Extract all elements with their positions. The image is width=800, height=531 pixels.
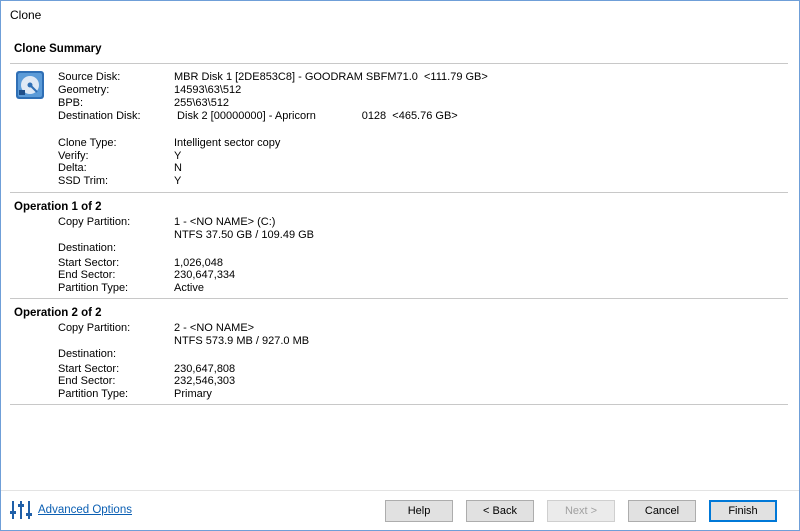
operation-1-heading: Operation 1 of 2 (14, 201, 102, 213)
ssd-trim-value: Y (174, 175, 182, 187)
op1-end-sector-value: 230,647,334 (174, 269, 236, 281)
op2-start-sector-value: 230,647,808 (174, 363, 236, 375)
back-button[interactable]: < Back (466, 500, 534, 522)
source-disk-value: MBR Disk 1 [2DE853C8] - GOODRAM SBFM71.0… (174, 71, 488, 83)
destination-disk-value: Disk 2 [00000000] - Apricorn 0128 <465.7… (174, 110, 458, 122)
op1-copy-partition-label: Copy Partition: (58, 216, 131, 228)
destination-disk-label: Destination Disk: (58, 110, 141, 122)
operation-2-heading: Operation 2 of 2 (14, 307, 102, 319)
verify-value: Y (174, 150, 182, 162)
op2-destination-label: Destination: (58, 348, 117, 360)
op2-copy-partition-size: NTFS 573.9 MB / 927.0 MB (174, 335, 310, 347)
footer-divider (1, 490, 799, 491)
bpb-value: 255\63\512 (174, 97, 230, 109)
op1-copy-partition-name: 1 - <NO NAME> (C:) (174, 216, 276, 228)
divider (10, 63, 788, 64)
verify-label: Verify: (58, 150, 89, 162)
op2-partition-type-value: Primary (174, 388, 212, 400)
divider (10, 298, 788, 299)
op1-copy-partition-size: NTFS 37.50 GB / 109.49 GB (174, 229, 315, 241)
op2-copy-partition-label: Copy Partition: (58, 322, 131, 334)
advanced-options-link[interactable]: Advanced Options (38, 504, 132, 516)
bpb-label: BPB: (58, 97, 84, 109)
op2-copy-partition-name: 2 - <NO NAME> (174, 322, 255, 334)
clone-summary-heading: Clone Summary (14, 43, 102, 55)
op1-destination-label: Destination: (58, 242, 117, 254)
advanced-options[interactable]: Advanced Options (10, 498, 132, 522)
geometry-value: 14593\63\512 (174, 84, 242, 96)
next-button[interactable]: Next > (547, 500, 615, 522)
op1-partition-type-label: Partition Type: (58, 282, 129, 294)
cancel-button[interactable]: Cancel (628, 500, 696, 522)
window-title: Clone (10, 8, 42, 22)
op2-start-sector-label: Start Sector: (58, 363, 120, 375)
clone-dialog: Clone Clone Summary Source Disk: MBR Dis… (0, 0, 800, 531)
disk-icon (16, 71, 44, 99)
source-disk-label: Source Disk: (58, 71, 121, 83)
op2-partition-type-label: Partition Type: (58, 388, 129, 400)
op1-start-sector-label: Start Sector: (58, 257, 120, 269)
op1-start-sector-value: 1,026,048 (174, 257, 223, 269)
ssd-trim-label: SSD Trim: (58, 175, 109, 187)
clone-type-value: Intelligent sector copy (174, 137, 281, 149)
finish-button[interactable]: Finish (709, 500, 777, 522)
op2-end-sector-label: End Sector: (58, 375, 116, 387)
geometry-label: Geometry: (58, 84, 110, 96)
delta-label: Delta: (58, 162, 87, 174)
op1-partition-type-value: Active (174, 282, 204, 294)
sliders-icon (10, 501, 32, 519)
help-button[interactable]: Help (385, 500, 453, 522)
divider (10, 404, 788, 405)
clone-type-label: Clone Type: (58, 137, 117, 149)
op1-end-sector-label: End Sector: (58, 269, 116, 281)
op2-end-sector-value: 232,546,303 (174, 375, 236, 387)
delta-value: N (174, 162, 182, 174)
divider (10, 192, 788, 193)
